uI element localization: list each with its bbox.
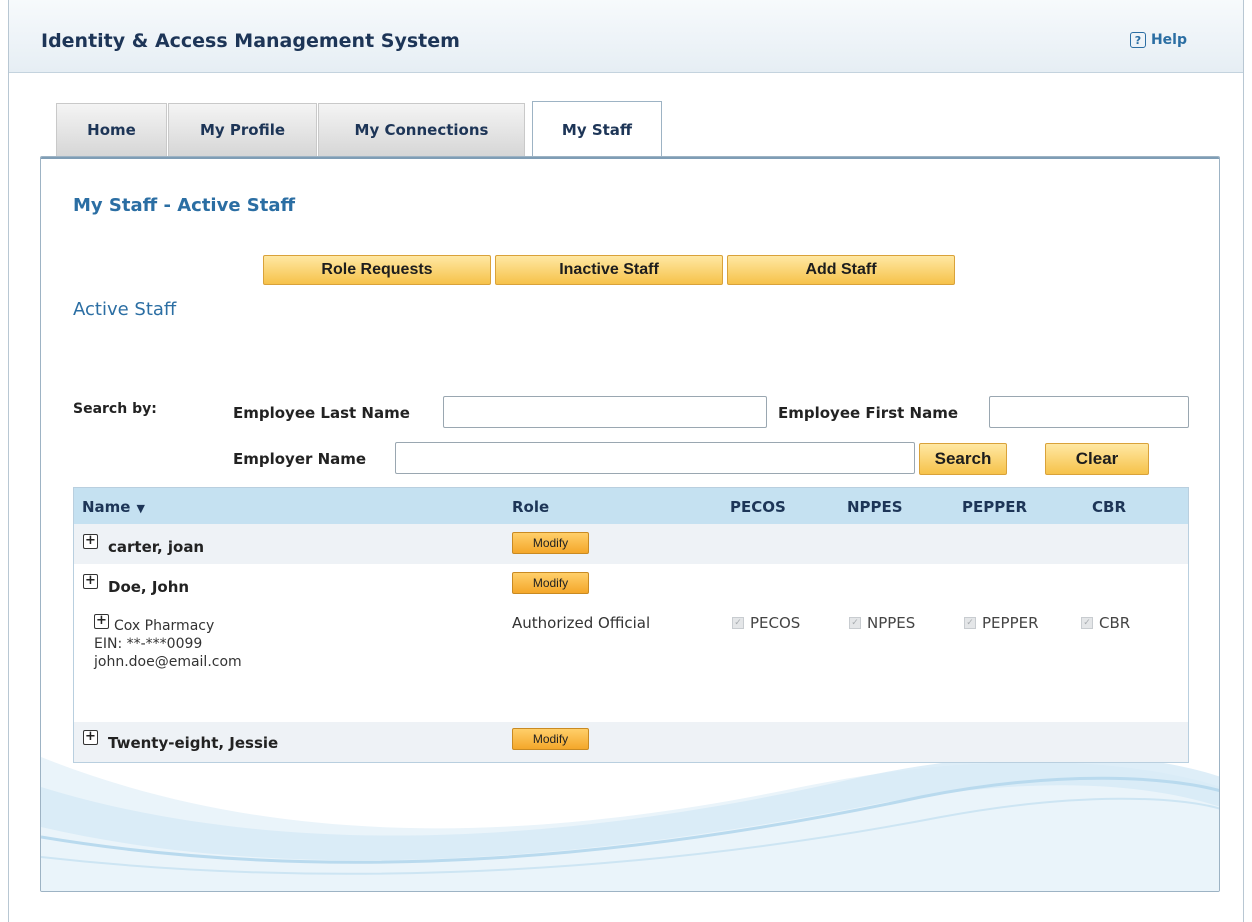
expand-icon[interactable]: +: [83, 534, 98, 549]
top-header: Identity & Access Management System ? He…: [9, 0, 1243, 73]
checkmark-icon: ✓: [732, 617, 744, 629]
first-name-input[interactable]: [989, 396, 1189, 428]
checkmark-icon: ✓: [964, 617, 976, 629]
staff-name: carter, joan: [108, 538, 205, 556]
table-row: + Doe, John Modify + Cox Pharmacy EIN: *…: [74, 564, 1188, 722]
nppes-checkbox: ✓ NPPES: [849, 614, 915, 632]
search-by-label: Search by:: [73, 401, 157, 417]
inactive-staff-button[interactable]: Inactive Staff: [495, 255, 723, 285]
table-header: Name ▼ Role PECOS NPPES PEPPER CBR: [74, 488, 1188, 524]
modify-button[interactable]: Modify: [512, 572, 589, 594]
col-pepper-header: PEPPER: [962, 498, 1028, 516]
org-ein: EIN: **-***0099: [94, 636, 203, 652]
panel-divider: [41, 157, 1219, 159]
pecos-checkbox: ✓ PECOS: [732, 614, 800, 632]
checkmark-icon: ✓: [849, 617, 861, 629]
expand-icon[interactable]: +: [83, 730, 98, 745]
col-name-header[interactable]: Name ▼: [82, 498, 145, 516]
add-staff-button[interactable]: Add Staff: [727, 255, 955, 285]
section-title: Active Staff: [73, 299, 177, 320]
content-panel: My Staff - Active Staff Role Requests In…: [40, 156, 1220, 892]
tab-my-profile[interactable]: My Profile: [168, 103, 317, 156]
cbr-check-label: CBR: [1099, 614, 1131, 632]
help-icon: ?: [1129, 32, 1146, 48]
app-title: Identity & Access Management System: [41, 30, 460, 52]
col-role-header: Role: [512, 498, 550, 516]
help-label: Help: [1150, 32, 1187, 48]
modify-button[interactable]: Modify: [512, 728, 589, 750]
checkmark-icon: ✓: [1081, 617, 1093, 629]
col-name-label: Name: [82, 498, 131, 516]
pecos-check-label: PECOS: [750, 614, 801, 632]
org-email: john.doe@email.com: [94, 654, 242, 670]
tab-my-staff[interactable]: My Staff: [532, 101, 662, 158]
modify-button[interactable]: Modify: [512, 532, 589, 554]
tab-my-connections[interactable]: My Connections: [318, 103, 525, 156]
pepper-checkbox: ✓ PEPPER: [964, 614, 1039, 632]
staff-table: Name ▼ Role PECOS NPPES PEPPER CBR + cart…: [73, 487, 1189, 763]
tab-home[interactable]: Home: [56, 103, 167, 156]
search-button[interactable]: Search: [919, 443, 1007, 475]
first-name-label: Employee First Name: [778, 404, 958, 422]
page-title: My Staff - Active Staff: [73, 195, 296, 216]
last-name-input[interactable]: [443, 396, 767, 428]
role-requests-button[interactable]: Role Requests: [263, 255, 491, 285]
col-nppes-header: NPPES: [847, 498, 903, 516]
role-value: Authorized Official: [512, 614, 651, 632]
table-row: + Twenty-eight, Jessie Modify: [74, 722, 1188, 762]
org-name: Cox Pharmacy: [114, 618, 215, 634]
staff-name: Twenty-eight, Jessie: [108, 734, 279, 752]
clear-button[interactable]: Clear: [1045, 443, 1149, 475]
expand-icon[interactable]: +: [83, 574, 98, 589]
help-link[interactable]: ? Help: [1129, 32, 1187, 48]
expand-org-icon[interactable]: +: [94, 614, 109, 629]
nppes-check-label: NPPES: [867, 614, 916, 632]
pepper-check-label: PEPPER: [982, 614, 1039, 632]
table-row: + carter, joan Modify: [74, 524, 1188, 564]
staff-name: Doe, John: [108, 578, 190, 596]
col-pecos-header: PECOS: [730, 498, 786, 516]
last-name-label: Employee Last Name: [233, 404, 410, 422]
employer-name-input[interactable]: [395, 442, 915, 474]
sort-down-icon[interactable]: ▼: [136, 502, 144, 515]
col-cbr-header: CBR: [1092, 498, 1126, 516]
employer-name-label: Employer Name: [233, 450, 367, 468]
cbr-checkbox: ✓ CBR: [1081, 614, 1130, 632]
